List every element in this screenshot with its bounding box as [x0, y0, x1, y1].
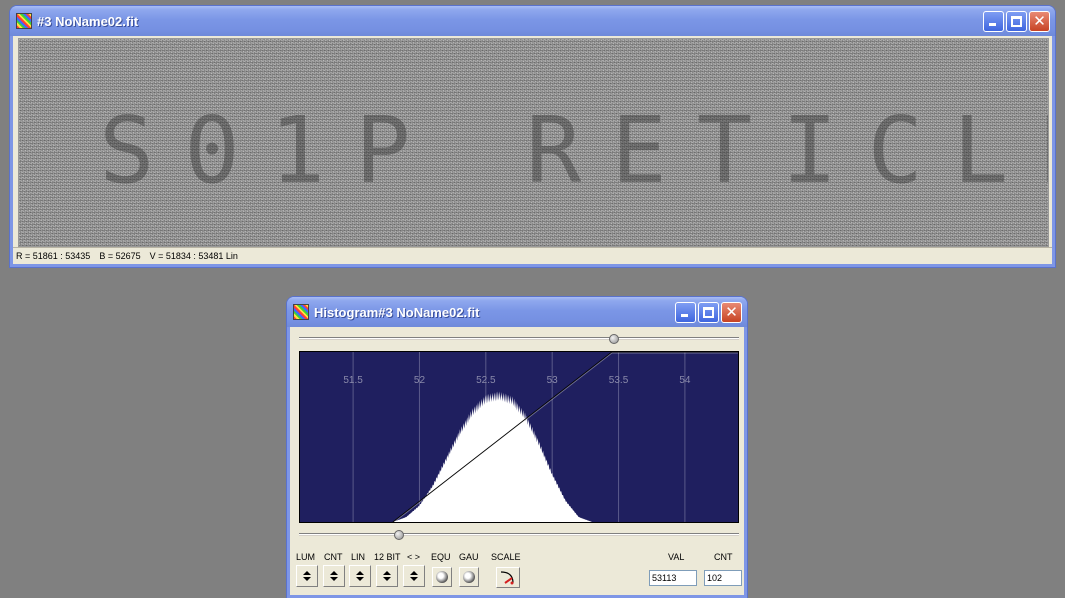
spin-down-icon[interactable] [410, 577, 418, 581]
x-tick-label-2: 52.5 [476, 375, 496, 386]
lum-spinner[interactable] [296, 565, 318, 587]
gau-label: GAU [459, 552, 479, 562]
histogram-plot[interactable]: 51.5 52 52.5 53 53.5 54 [299, 351, 739, 523]
image-canvas[interactable]: S01P RETICLE [18, 38, 1049, 247]
spin-up-icon[interactable] [383, 571, 391, 575]
val-field[interactable]: 53113 [649, 570, 697, 586]
maximize-icon [703, 307, 714, 318]
cnt-field[interactable]: 102 [704, 570, 742, 586]
val-label: VAL [668, 552, 685, 562]
maximize-button[interactable] [698, 302, 719, 323]
status-b-value: B = 52675 [99, 251, 141, 261]
arrows-label: < > [407, 552, 421, 562]
spin-up-icon[interactable] [303, 571, 311, 575]
bottom-level-slider[interactable] [299, 530, 739, 540]
image-reticle-text: S01P RETICLE [99, 97, 1049, 204]
close-icon: ✕ [1033, 12, 1046, 30]
x-tick-label-5: 54 [679, 375, 691, 386]
spin-up-icon[interactable] [410, 571, 418, 575]
histogram-window-titlebar[interactable]: Histogram#3 NoName02.fit ✕ [287, 297, 747, 327]
minimize-button[interactable] [983, 11, 1004, 32]
image-window-titlebar[interactable]: #3 NoName02.fit ✕ [10, 6, 1055, 36]
close-icon: ✕ [725, 303, 738, 321]
x-tick-label-0: 51.5 [343, 375, 363, 386]
histogram-window: Histogram#3 NoName02.fit ✕ 51.5 52 52.5 53 5… [287, 297, 747, 598]
histogram-chart: 51.5 52 52.5 53 53.5 54 [343, 352, 738, 522]
lin-label: LIN [351, 552, 366, 562]
histogram-area [392, 391, 592, 522]
minimize-icon [681, 314, 688, 317]
cnt-label: CNT [324, 552, 343, 562]
close-button[interactable]: ✕ [721, 302, 742, 323]
minimize-button[interactable] [675, 302, 696, 323]
image-status-bar: R = 51861 : 53435 B = 52675 V = 51834 : … [13, 247, 1052, 264]
shift-spinner[interactable] [403, 565, 425, 587]
maximize-icon [1011, 16, 1022, 27]
close-button[interactable]: ✕ [1029, 11, 1050, 32]
image-window-title: #3 NoName02.fit [37, 13, 139, 29]
cnt-spinner[interactable] [323, 565, 345, 587]
bottom-slider-thumb[interactable] [393, 530, 404, 540]
equ-button[interactable] [432, 567, 452, 587]
spin-up-icon[interactable] [330, 571, 338, 575]
x-tick-label-4: 53.5 [609, 375, 629, 386]
equ-knob-icon [436, 571, 448, 583]
gau-knob-icon [463, 571, 475, 583]
app-palette-icon[interactable] [16, 13, 32, 29]
cnt-field-label: CNT [714, 552, 733, 562]
gau-button[interactable] [459, 567, 479, 587]
equ-label: EQU [431, 552, 451, 562]
image-window: #3 NoName02.fit ✕ S01P RETICLE R = 51861… [10, 6, 1055, 267]
scale-icon [500, 571, 514, 585]
top-slider-thumb[interactable] [608, 334, 619, 344]
bit-spinner[interactable] [376, 565, 398, 587]
status-v-range: V = 51834 : 53481 Lin [149, 251, 238, 261]
spin-down-icon[interactable] [356, 577, 364, 581]
spin-down-icon[interactable] [383, 577, 391, 581]
lum-label: LUM [296, 552, 316, 562]
spin-down-icon[interactable] [303, 577, 311, 581]
spin-down-icon[interactable] [330, 577, 338, 581]
x-tick-label-1: 52 [414, 375, 426, 386]
top-level-slider[interactable] [299, 334, 739, 344]
scale-label: SCALE [491, 552, 521, 562]
bit-label: 12 BIT [374, 552, 401, 562]
x-tick-label-3: 53 [547, 375, 559, 386]
app-palette-icon[interactable] [293, 304, 309, 320]
lin-spinner[interactable] [349, 565, 371, 587]
maximize-button[interactable] [1006, 11, 1027, 32]
spin-up-icon[interactable] [356, 571, 364, 575]
histogram-window-title: Histogram#3 NoName02.fit [314, 304, 480, 320]
status-r-range: R = 51861 : 53435 [16, 251, 91, 261]
scale-button[interactable] [496, 567, 520, 588]
minimize-icon [989, 23, 996, 26]
